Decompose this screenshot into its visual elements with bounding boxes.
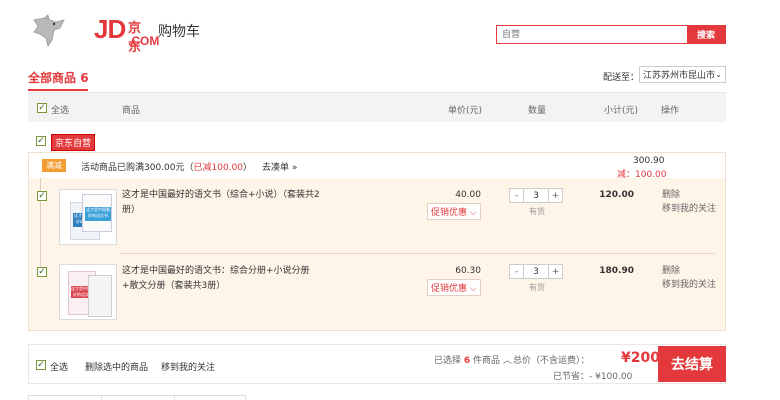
tab-divider (101, 396, 102, 400)
move-to-follow-link[interactable]: 移到我的关注 (662, 202, 716, 216)
search-input[interactable] (497, 26, 687, 43)
increase-button[interactable]: + (549, 189, 562, 202)
quantity-stepper: - 3 + (509, 264, 563, 279)
ship-location-select[interactable]: 江苏苏州市昆山市 ⌄ (639, 66, 726, 83)
promotion-desc-end: ） (243, 163, 253, 173)
ship-location-value: 江苏苏州市昆山市 (643, 71, 716, 81)
item-subtotal: 180.90 (599, 266, 634, 276)
decrease-button[interactable]: - (510, 265, 523, 278)
jd-dog-mascot-icon (33, 14, 65, 47)
product-thumbnail[interactable]: 这才是中国最好的语文书 这才是中国最好的语文书 (59, 189, 117, 245)
th-select-all: 全选 (51, 106, 70, 116)
tab-all-goods-label: 全部商品 (28, 71, 77, 85)
item-checkbox[interactable]: ✓ (37, 267, 47, 277)
select-all-checkbox[interactable]: ✓ (37, 103, 47, 113)
move-to-follow-link[interactable]: 移到我的关注 (662, 278, 716, 292)
saved-amount: 已节省：- ¥100.00 (553, 372, 633, 382)
promo-select[interactable]: 促销优惠 ⌵ (427, 203, 481, 220)
promotion-desc: 活动商品已购满300.00元（ (81, 163, 194, 173)
footer-select-all-checkbox[interactable]: ✓ (36, 360, 46, 370)
bottom-tabs (28, 395, 246, 400)
book-cover: 这才是中国最好的语文书 (82, 194, 112, 232)
delete-link[interactable]: 删除 (662, 264, 716, 278)
tab-divider (174, 396, 175, 400)
delete-selected-link[interactable]: 删除选中的商品 (85, 360, 148, 373)
selected-prefix: 已选择 (434, 356, 462, 366)
increase-button[interactable]: + (549, 265, 562, 278)
search-button[interactable]: 搜索 (687, 26, 725, 43)
cart-table-header: ✓ 全选 商品 单价(元) 数量 小计(元) 操作 (28, 92, 726, 122)
jd-logo[interactable]: JD 京东 .COM (30, 14, 159, 55)
item-subtotal: 120.00 (599, 190, 634, 200)
chevron-down-icon: ⌄ (715, 70, 722, 79)
delete-link[interactable]: 删除 (662, 188, 716, 202)
th-unit-price: 单价(元) (448, 106, 483, 116)
tab-all-goods-count: 6 (80, 71, 89, 85)
item-divider (119, 253, 715, 254)
item-actions: 删除 移到我的关注 (662, 264, 716, 292)
promotion-discount: 已减100.00 (193, 163, 244, 173)
book-cover-title: 这才是中国最好的语文书 (85, 207, 111, 221)
quantity-input[interactable]: 3 (523, 189, 549, 202)
selected-summary[interactable]: 已选择 6 件商品 ︿ (434, 353, 512, 366)
selected-count: 6 (463, 356, 471, 366)
quantity-input[interactable]: 3 (523, 265, 549, 278)
th-subtotal: 小计(元) (604, 106, 639, 116)
tab-all-goods[interactable]: 全部商品 6 (28, 69, 89, 86)
total-label: 总价（不含运费）： (513, 356, 590, 366)
search-bar: 搜索 (496, 25, 726, 44)
shop-checkbox[interactable]: ✓ (36, 136, 46, 146)
add-more-link[interactable]: 去凑单 » (262, 163, 297, 173)
ship-to-label: 配送至： (603, 73, 640, 83)
chevron-up-icon: ︿ (502, 356, 512, 366)
logo-com-text: .COM (128, 34, 160, 48)
promo-select[interactable]: 促销优惠 ⌵ (427, 279, 481, 296)
page-title: 购物车 (158, 24, 200, 40)
promotion-text: 活动商品已购满300.00元（已减100.00） 去凑单 » (81, 160, 297, 173)
promotion-tag: 满减 (42, 159, 66, 172)
logo-wordmark: JD (94, 14, 126, 44)
item-checkbox[interactable]: ✓ (37, 191, 47, 201)
th-quantity: 数量 (528, 106, 547, 116)
footer-move-to-follow-link[interactable]: 移到我的关注 (161, 360, 215, 373)
stock-status: 有货 (529, 207, 545, 216)
item-name[interactable]: 这才是中国最好的语文书（综合+小说）（套装共2册） (122, 188, 322, 218)
cart-footer: ✓ 全选 删除选中的商品 移到我的关注 已选择 6 件商品 ︿ 总价（不含运费）… (28, 344, 726, 384)
active-tab-underline (28, 89, 88, 91)
quantity-stepper: - 3 + (509, 188, 563, 203)
shop-name-badge[interactable]: 京东自营 (51, 134, 96, 151)
promotion-row: 满减 活动商品已购满300.00元（已减100.00） 去凑单 » 300.90 … (28, 152, 726, 180)
th-product: 商品 (122, 106, 141, 116)
th-action: 操作 (661, 106, 680, 116)
book-cover (88, 275, 112, 317)
decrease-button[interactable]: - (510, 189, 523, 202)
cart-items: ✓ 这才是中国最好的语文书 这才是中国最好的语文书 这才是中国最好的语文书（综合… (28, 178, 726, 331)
checkout-button[interactable]: 去结算 (658, 346, 726, 382)
stock-status: 有货 (529, 283, 545, 292)
selected-suffix: 件商品 (473, 356, 501, 366)
item-actions: 删除 移到我的关注 (662, 188, 716, 216)
promotion-sum: 300.90 (633, 156, 665, 166)
footer-select-all-label: 全选 (50, 363, 69, 373)
item-price: 40.00 (455, 190, 481, 200)
product-thumbnail[interactable]: 这才是中国最好的语文书 (59, 264, 117, 320)
item-price: 60.30 (455, 266, 481, 276)
item-name[interactable]: 这才是中国最好的语文书：综合分册+小说分册+散文分册（套装共3册） (122, 264, 322, 294)
